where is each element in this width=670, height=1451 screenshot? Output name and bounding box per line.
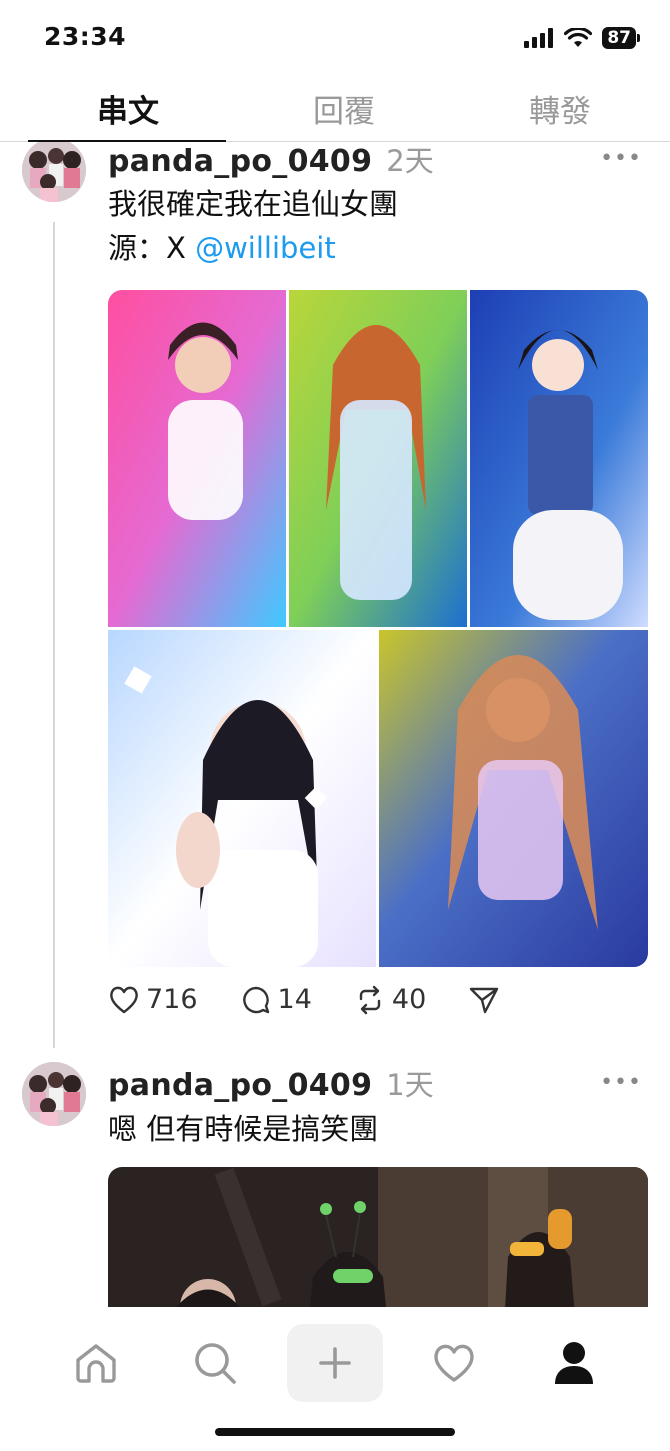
post-header: panda_po_0409 1天: [108, 1062, 434, 1104]
comment-count: 14: [277, 984, 312, 1015]
home-icon: [76, 1344, 116, 1383]
more-options-icon[interactable]: •••: [600, 146, 642, 171]
share-button[interactable]: [468, 985, 500, 1015]
bottom-nav: [0, 1307, 670, 1451]
status-time: 23:34: [44, 22, 127, 51]
repost-button[interactable]: 40: [354, 984, 426, 1015]
nav-activity[interactable]: [414, 1327, 494, 1399]
avatar[interactable]: [22, 1062, 86, 1126]
nav-search[interactable]: [175, 1327, 255, 1399]
plus-icon: [319, 1347, 351, 1379]
nav-profile[interactable]: [534, 1327, 614, 1399]
tab-reposts[interactable]: 轉發: [460, 86, 660, 131]
thread-line: [53, 222, 55, 1048]
post-text-line: 我很確定我在追仙女團: [108, 187, 399, 221]
username[interactable]: panda_po_0409: [108, 144, 372, 179]
repost-count: 40: [391, 984, 427, 1015]
post-time: 2天: [386, 144, 434, 178]
post-actions: 716 14 40: [108, 984, 542, 1015]
comment-icon: [242, 986, 269, 1013]
post-image[interactable]: [108, 1167, 648, 1307]
feed[interactable]: panda_po_0409 2天 ••• 我很確定我在追仙女團 源：X @wil…: [0, 142, 670, 1307]
photo-still: [108, 1167, 648, 1307]
post-text: 我很確定我在追仙女團 源：X @willibeit: [108, 182, 398, 270]
username[interactable]: panda_po_0409: [108, 1068, 372, 1103]
battery-indicator: 87: [602, 27, 640, 49]
search-icon: [195, 1343, 236, 1384]
heart-icon: [434, 1344, 474, 1382]
mention-link[interactable]: @willibeit: [195, 231, 336, 265]
more-options-icon[interactable]: •••: [600, 1070, 642, 1095]
nav-home[interactable]: [56, 1327, 136, 1399]
heart-icon: [110, 986, 138, 1013]
like-button[interactable]: 716: [108, 984, 198, 1015]
post-image[interactable]: [108, 290, 648, 967]
source-prefix: 源：X: [108, 231, 196, 265]
status-icons: 87: [524, 27, 640, 49]
profile-icon: [555, 1342, 593, 1384]
avatar[interactable]: [22, 142, 86, 202]
cellular-signal-icon: [524, 28, 554, 48]
post-text: 嗯 但有時候是搞笑團: [108, 1107, 378, 1151]
post-text-line: 嗯 但有時候是搞笑團: [108, 1112, 379, 1146]
photo-collage: [108, 290, 648, 967]
repost-icon: [359, 985, 381, 1014]
post-header: panda_po_0409 2天: [108, 142, 434, 180]
like-count: 716: [146, 984, 198, 1015]
nav-create[interactable]: [287, 1324, 383, 1402]
send-icon: [470, 987, 499, 1013]
post-source-line: 源：X @willibeit: [108, 226, 398, 270]
avatar-image: [22, 1062, 86, 1126]
profile-tabs: 串文 回覆 轉發: [0, 80, 670, 142]
home-indicator: [215, 1428, 455, 1436]
tab-threads[interactable]: 串文: [28, 86, 228, 131]
avatar-image: [22, 142, 86, 202]
tab-replies[interactable]: 回覆: [244, 86, 444, 131]
status-bar: 23:34 87: [0, 0, 670, 80]
wifi-icon: [564, 28, 593, 47]
post-time: 1天: [386, 1068, 434, 1102]
comment-button[interactable]: 14: [240, 984, 312, 1015]
